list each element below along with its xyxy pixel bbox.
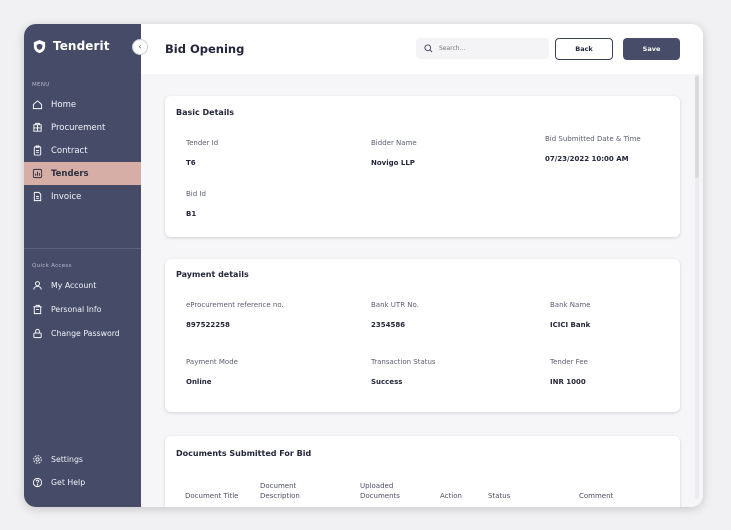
column-header-action: Action <box>440 492 462 500</box>
column-header-status: Status <box>488 492 511 500</box>
column-header-document-description: Document Description <box>260 482 300 500</box>
sidebar-item-my-account[interactable]: My Account <box>24 273 141 297</box>
sidebar-item-label: Get Help <box>51 478 86 487</box>
save-button[interactable]: Save <box>623 38 680 60</box>
sidebar-item-label: Change Password <box>51 328 120 338</box>
bid-submitted-value: 07/23/2022 10:00 AM <box>545 155 629 163</box>
bidder-name-label: Bidder Name <box>371 139 417 147</box>
documents-card: Documents Submitted For Bid Document Tit… <box>165 436 680 507</box>
sidebar-item-label: Settings <box>51 455 83 464</box>
column-header-document-title: Document Title <box>185 492 239 500</box>
basic-details-card: Basic Details Tender Id T6 Bidder Name N… <box>165 96 680 237</box>
transaction-status-label: Transaction Status <box>371 358 436 366</box>
app-name: Tenderit <box>53 39 110 53</box>
eprocurement-ref-value: 897522258 <box>186 321 230 329</box>
sidebar-item-label: Tenders <box>51 168 89 179</box>
sidebar-item-invoice[interactable]: Invoice <box>24 185 141 208</box>
sidebar-item-label: Invoice <box>51 191 82 202</box>
procurement-icon <box>33 122 42 132</box>
eprocurement-ref-label: eProcurement reference no. <box>186 301 284 309</box>
tender-fee-label: Tender Fee <box>550 358 588 366</box>
tender-id-label: Tender Id <box>186 139 219 147</box>
card-title: Payment details <box>176 270 249 279</box>
sidebar-item-procurement[interactable]: Procurement <box>24 116 141 139</box>
column-header-uploaded-documents: Uploaded Documents <box>360 482 400 500</box>
transaction-status-value: Success <box>371 378 403 386</box>
sidebar-item-settings[interactable]: Settings <box>24 448 141 471</box>
bank-utr-value: 2354586 <box>371 321 406 329</box>
sidebar-item-label: Home <box>51 99 77 110</box>
shield-logo-icon <box>33 39 46 53</box>
sidebar-item-change-password[interactable]: Change Password <box>24 321 141 345</box>
lock-icon <box>33 328 42 338</box>
bank-name-label: Bank Name <box>550 301 591 309</box>
sidebar-item-label: My Account <box>51 280 97 290</box>
sidebar-item-contract[interactable]: Contract <box>24 139 141 162</box>
scrollbar-thumb[interactable] <box>695 76 699 178</box>
bidder-name-value: Novigo LLP <box>371 159 415 167</box>
app-window: Tenderit ‹ MENU Home Procurement Contrac… <box>24 24 703 507</box>
sidebar: Tenderit ‹ MENU Home Procurement Contrac… <box>24 24 147 507</box>
sidebar-item-tenders[interactable]: Tenders <box>24 162 141 185</box>
column-header-comment: Comment <box>579 492 614 500</box>
chevron-left-icon: ‹ <box>138 42 142 51</box>
sidebar-item-personal-info[interactable]: Personal Info <box>24 297 141 321</box>
payment-mode-label: Payment Mode <box>186 358 238 366</box>
tenders-icon <box>32 168 43 179</box>
search-input[interactable] <box>439 45 539 52</box>
sidebar-item-label: Personal Info <box>51 304 102 314</box>
top-bar: Bid Opening Back Save <box>141 24 703 74</box>
user-icon <box>33 280 42 290</box>
search-icon <box>424 44 433 53</box>
payment-mode-value: Online <box>186 378 212 386</box>
sidebar-item-label: Procurement <box>51 122 106 133</box>
card-title: Documents Submitted For Bid <box>176 449 312 458</box>
bid-submitted-label: Bid Submitted Date & Time <box>545 135 641 143</box>
bank-name-value: ICICI Bank <box>550 321 591 329</box>
invoice-icon <box>33 191 42 202</box>
sidebar-item-label: Contract <box>51 145 88 156</box>
tender-id-value: T6 <box>186 159 196 167</box>
help-icon <box>32 477 43 488</box>
bank-utr-label: Bank UTR No. <box>371 301 419 309</box>
collapse-sidebar-button[interactable]: ‹ <box>133 40 147 54</box>
personal-info-icon <box>33 304 42 314</box>
sidebar-item-get-help[interactable]: Get Help <box>24 471 141 494</box>
payment-details-card: Payment details eProcurement reference n… <box>165 259 680 412</box>
main-content: Bid Opening Back Save Basic Details Tend… <box>141 24 703 507</box>
brand[interactable]: Tenderit <box>24 24 141 68</box>
bid-id-value: B1 <box>186 210 197 218</box>
search-box[interactable] <box>416 38 549 59</box>
gear-icon <box>33 455 42 464</box>
card-title: Basic Details <box>176 108 235 117</box>
contract-icon <box>33 145 42 156</box>
bid-id-label: Bid Id <box>186 190 206 198</box>
page-title: Bid Opening <box>165 42 245 56</box>
tender-fee-value: INR 1000 <box>550 378 586 386</box>
sidebar-item-home[interactable]: Home <box>24 93 141 116</box>
home-icon <box>32 100 43 110</box>
back-button[interactable]: Back <box>555 38 613 60</box>
